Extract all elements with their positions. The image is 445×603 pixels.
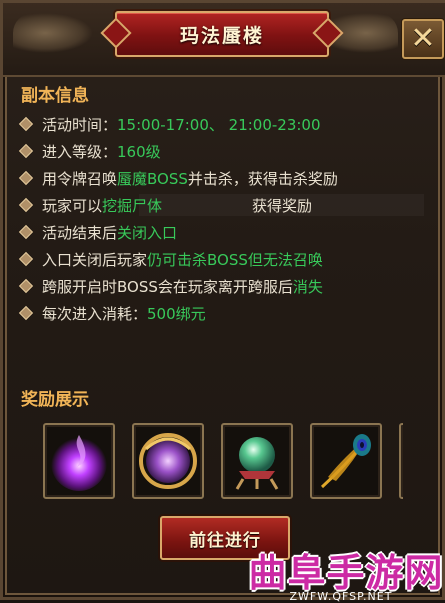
- dragon-ornament-left-icon: [13, 13, 93, 53]
- info-row: 活动结束后 关闭入口: [18, 221, 178, 243]
- info-section-title: 副本信息: [21, 86, 89, 106]
- peacock-feather-icon: [314, 427, 378, 495]
- info-row: 玩家可以 挖掘尸体 获得奖励: [18, 194, 313, 216]
- diamond-bullet-icon: [18, 197, 34, 213]
- watermark-url: ZWFW.QFSP.NET: [289, 590, 393, 603]
- site-watermark: 曲阜手游网 ZWFW.QFSP.NET: [241, 548, 445, 603]
- info-highlight-text: 500绑元: [147, 304, 206, 323]
- info-highlight-text: 关闭入口: [117, 223, 178, 242]
- info-highlight-text: 蜃魔BOSS: [117, 169, 188, 188]
- reward-section-title: 奖励展示: [21, 390, 89, 410]
- diamond-bullet-icon: [18, 170, 34, 186]
- info-row: 入口关闭后玩家 仍可击杀BOSS但无法召唤: [18, 248, 323, 270]
- close-button[interactable]: ✕: [402, 19, 444, 59]
- watermark-title: 曲阜手游网: [248, 550, 444, 595]
- reward-slot[interactable]: [43, 423, 115, 499]
- close-icon: ✕: [410, 21, 436, 56]
- diamond-bullet-icon: [18, 251, 34, 267]
- info-text: 并击杀，获得击杀奖励: [187, 169, 338, 188]
- info-text: 每次进入消耗：: [42, 304, 148, 323]
- info-highlight-text: 仍可击杀BOSS但无法召唤: [147, 250, 323, 269]
- reward-slot[interactable]: [221, 423, 293, 499]
- reward-slot[interactable]: [310, 423, 382, 499]
- title-bar: 玛法蜃楼 ✕: [3, 3, 445, 77]
- info-text: 用令牌召唤: [42, 169, 118, 188]
- info-highlight-text: 挖掘尸体: [102, 196, 163, 215]
- info-row: 用令牌召唤 蜃魔BOSS 并击杀，获得击杀奖励: [18, 167, 338, 189]
- crystal-ball-icon: [225, 427, 289, 495]
- info-row: 活动时间： 15:00-17:00、 21:00-23:00: [18, 113, 321, 135]
- info-row: 每次进入消耗： 500绑元: [18, 302, 206, 324]
- reward-slot[interactable]: [132, 423, 204, 499]
- info-text: 进入等级：: [42, 142, 118, 161]
- diamond-bullet-icon: [18, 116, 34, 132]
- event-panel: 玛法蜃楼 ✕ 副本信息 活动时间： 15:00-17:00、 21:00-23:0…: [0, 0, 445, 603]
- purple-flame-orb-icon: [47, 427, 111, 495]
- info-text: 跨服开启时BOSS会在玩家离开跨服后: [42, 277, 293, 296]
- info-text: 活动结束后: [42, 223, 118, 242]
- diamond-bullet-icon: [18, 143, 34, 159]
- info-text: 获得奖励: [162, 196, 313, 215]
- info-highlight-text: 15:00-17:00、 21:00-23:00: [117, 115, 321, 134]
- title-plate: 玛法蜃楼: [115, 11, 329, 57]
- info-row: 跨服开启时BOSS会在玩家离开跨服后 消失: [18, 275, 323, 297]
- info-row: 进入等级： 160级: [18, 140, 161, 162]
- info-highlight-text: 消失: [292, 277, 323, 296]
- info-text: 活动时间：: [42, 115, 118, 134]
- info-text: 入口关闭后玩家: [42, 250, 148, 269]
- diamond-bullet-icon: [18, 224, 34, 240]
- reward-list: [43, 423, 403, 501]
- golden-ring-orb-icon: [136, 427, 200, 495]
- info-highlight-text: 160级: [117, 142, 161, 161]
- reward-slot[interactable]: [399, 423, 403, 499]
- panel-title: 玛法蜃楼: [179, 24, 264, 47]
- panel-content: 副本信息 活动时间： 15:00-17:00、 21:00-23:00 进入等级： 1…: [9, 75, 442, 505]
- info-text: 玩家可以: [42, 196, 103, 215]
- diamond-bullet-icon: [18, 305, 34, 321]
- diamond-bullet-icon: [18, 278, 34, 294]
